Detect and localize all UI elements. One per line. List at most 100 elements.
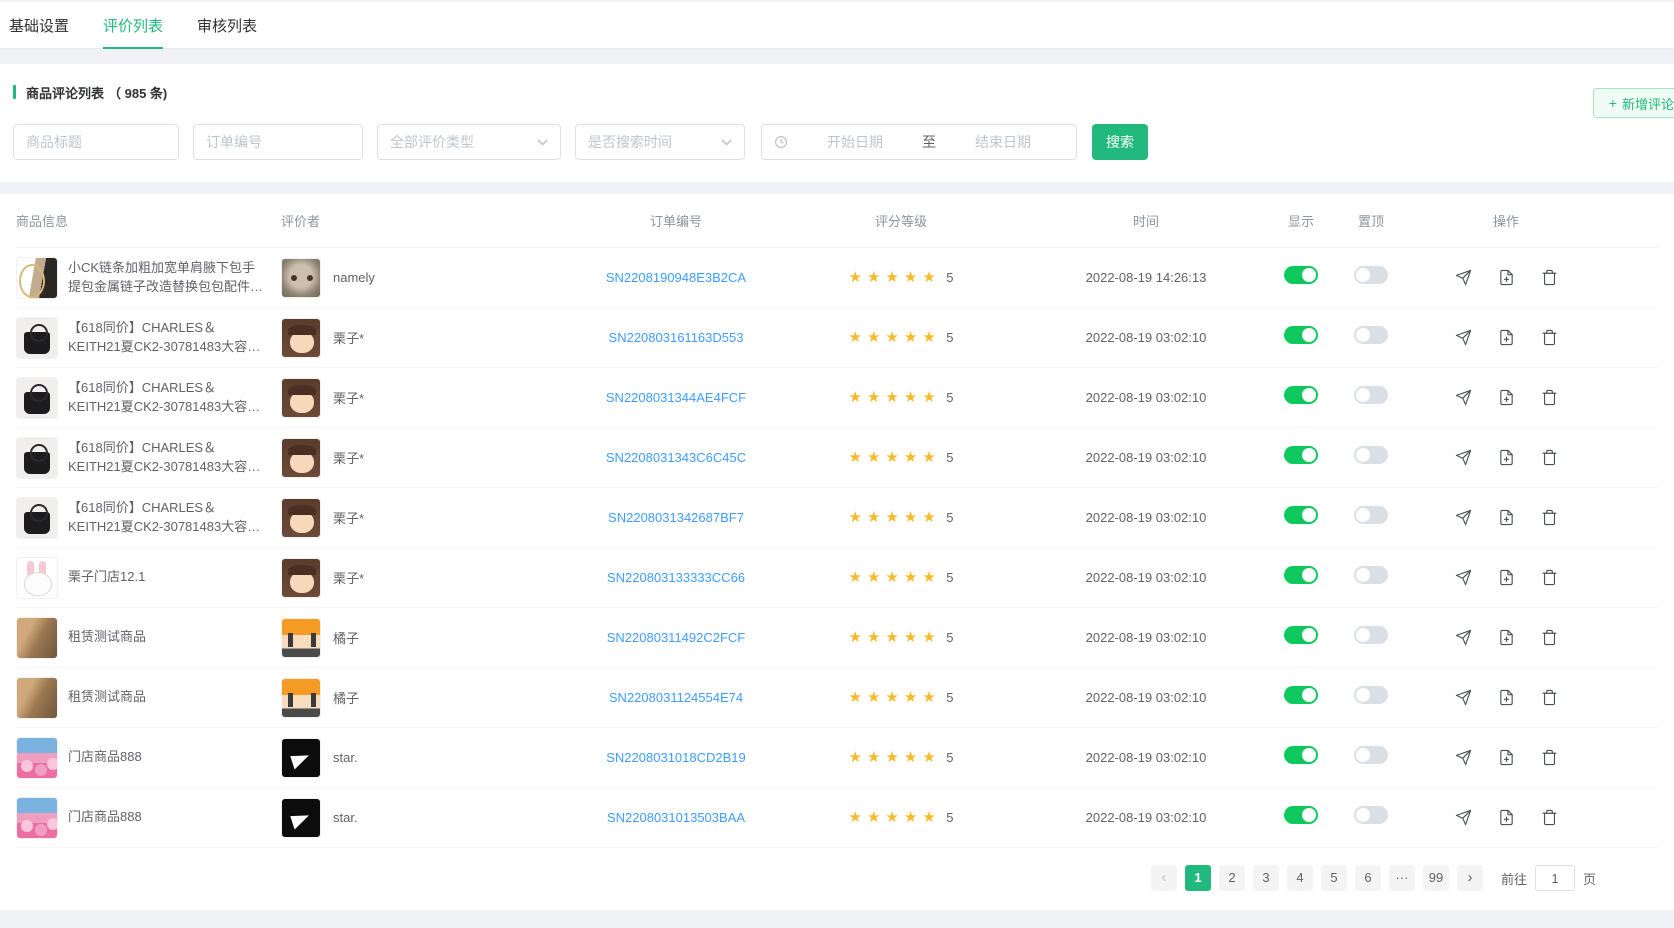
page-ellipsis[interactable]: ··· <box>1389 865 1415 891</box>
star-rating-icons: ★★★★★ <box>849 509 941 526</box>
add-review-button[interactable]: + 新增评论 <box>1593 88 1674 118</box>
review-time: 2022-08-19 03:02:10 <box>1086 510 1207 525</box>
star-rating-icons: ★★★★★ <box>849 389 941 406</box>
next-page-button[interactable]: › <box>1457 865 1483 891</box>
send-icon[interactable] <box>1455 749 1472 766</box>
prev-page-button[interactable]: ‹ <box>1151 865 1177 891</box>
order-sn-link[interactable]: SN22080311492C2FCF <box>607 630 746 645</box>
header-rating: 评分等级 <box>776 211 1026 230</box>
product-thumbnail <box>16 317 58 359</box>
pin-toggle[interactable] <box>1354 746 1388 764</box>
order-sn-link[interactable]: SN2208031018CD2B19 <box>606 750 746 765</box>
goto-label: 前往 <box>1501 869 1527 888</box>
page-button-3[interactable]: 3 <box>1253 865 1279 891</box>
send-icon[interactable] <box>1455 809 1472 826</box>
delete-icon[interactable] <box>1541 749 1558 766</box>
send-icon[interactable] <box>1455 569 1472 586</box>
export-icon[interactable] <box>1498 269 1515 286</box>
product-title: 栗子门店12.1 <box>68 568 268 587</box>
delete-icon[interactable] <box>1541 629 1558 646</box>
order-sn-link[interactable]: SN2208031342687BF7 <box>608 510 744 525</box>
send-icon[interactable] <box>1455 449 1472 466</box>
reviewer-name: 栗子* <box>333 388 364 407</box>
time-search-select[interactable]: 是否搜索时间 <box>575 124 745 160</box>
pin-toggle[interactable] <box>1354 626 1388 644</box>
order-sn-link[interactable]: SN2208031344AE4FCF <box>606 390 746 405</box>
send-icon[interactable] <box>1455 389 1472 406</box>
order-sn-link[interactable]: SN220803161163D553 <box>609 330 744 345</box>
header-pin: 置顶 <box>1336 211 1406 230</box>
display-toggle[interactable] <box>1284 266 1318 284</box>
search-button[interactable]: 搜索 <box>1092 124 1148 160</box>
product-title-input[interactable] <box>13 124 179 160</box>
delete-icon[interactable] <box>1541 569 1558 586</box>
clock-icon <box>774 135 788 149</box>
pin-toggle[interactable] <box>1354 266 1388 284</box>
send-icon[interactable] <box>1455 509 1472 526</box>
delete-icon[interactable] <box>1541 269 1558 286</box>
delete-icon[interactable] <box>1541 449 1558 466</box>
send-icon[interactable] <box>1455 329 1472 346</box>
display-toggle[interactable] <box>1284 386 1318 404</box>
send-icon[interactable] <box>1455 629 1472 646</box>
export-icon[interactable] <box>1498 449 1515 466</box>
review-type-select[interactable]: 全部评价类型 <box>377 124 561 160</box>
reviewer-name: 栗子* <box>333 568 364 587</box>
export-icon[interactable] <box>1498 329 1515 346</box>
order-sn-link[interactable]: SN2208031013503BAA <box>607 810 745 825</box>
export-icon[interactable] <box>1498 569 1515 586</box>
pin-toggle[interactable] <box>1354 506 1388 524</box>
delete-icon[interactable] <box>1541 809 1558 826</box>
order-sn-link[interactable]: SN2208031343C6C45C <box>606 450 746 465</box>
pin-toggle[interactable] <box>1354 326 1388 344</box>
date-range-picker[interactable]: 开始日期 至 结束日期 <box>761 124 1077 160</box>
export-icon[interactable] <box>1498 509 1515 526</box>
page-button-1[interactable]: 1 <box>1185 865 1211 891</box>
pin-toggle[interactable] <box>1354 806 1388 824</box>
page-button-2[interactable]: 2 <box>1219 865 1245 891</box>
start-date-placeholder[interactable]: 开始日期 <box>794 132 916 152</box>
goto-page-input[interactable] <box>1535 865 1575 891</box>
product-title: 【618同价】CHARLES＆KEITH21夏CK2-30781483大容量单肩… <box>68 439 268 477</box>
delete-icon[interactable] <box>1541 389 1558 406</box>
delete-icon[interactable] <box>1541 689 1558 706</box>
pin-toggle[interactable] <box>1354 446 1388 464</box>
order-sn-link[interactable]: SN2208031124554E74 <box>609 690 743 705</box>
display-toggle[interactable] <box>1284 446 1318 464</box>
delete-icon[interactable] <box>1541 329 1558 346</box>
export-icon[interactable] <box>1498 389 1515 406</box>
pin-toggle[interactable] <box>1354 386 1388 404</box>
export-icon[interactable] <box>1498 749 1515 766</box>
end-date-placeholder[interactable]: 结束日期 <box>942 132 1064 152</box>
page-button-99[interactable]: 99 <box>1423 865 1449 891</box>
product-title: 门店商品888 <box>68 808 268 827</box>
tab-review-list[interactable]: 评价列表 <box>103 2 163 48</box>
display-toggle[interactable] <box>1284 806 1318 824</box>
display-toggle[interactable] <box>1284 686 1318 704</box>
delete-icon[interactable] <box>1541 509 1558 526</box>
display-toggle[interactable] <box>1284 746 1318 764</box>
display-toggle[interactable] <box>1284 626 1318 644</box>
page-button-6[interactable]: 6 <box>1355 865 1381 891</box>
page-button-4[interactable]: 4 <box>1287 865 1313 891</box>
order-no-input[interactable] <box>193 124 363 160</box>
order-sn-link[interactable]: SN2208190948E3B2CA <box>606 270 746 285</box>
pin-toggle[interactable] <box>1354 566 1388 584</box>
review-type-value: 全部评价类型 <box>390 132 474 152</box>
send-icon[interactable] <box>1455 689 1472 706</box>
product-thumbnail <box>16 377 58 419</box>
review-table: 商品信息 评价者 订单编号 评分等级 时间 显示 置顶 操作 小CK链条加粗加宽… <box>0 194 1674 910</box>
page-button-5[interactable]: 5 <box>1321 865 1347 891</box>
display-toggle[interactable] <box>1284 566 1318 584</box>
export-icon[interactable] <box>1498 689 1515 706</box>
pin-toggle[interactable] <box>1354 686 1388 704</box>
send-icon[interactable] <box>1455 269 1472 286</box>
export-icon[interactable] <box>1498 629 1515 646</box>
panel-count: （ 985 条) <box>108 83 167 102</box>
order-sn-link[interactable]: SN220803133333CC66 <box>607 570 745 585</box>
display-toggle[interactable] <box>1284 326 1318 344</box>
tab-basic-settings[interactable]: 基础设置 <box>9 2 69 48</box>
tab-audit-list[interactable]: 审核列表 <box>197 2 257 48</box>
display-toggle[interactable] <box>1284 506 1318 524</box>
export-icon[interactable] <box>1498 809 1515 826</box>
